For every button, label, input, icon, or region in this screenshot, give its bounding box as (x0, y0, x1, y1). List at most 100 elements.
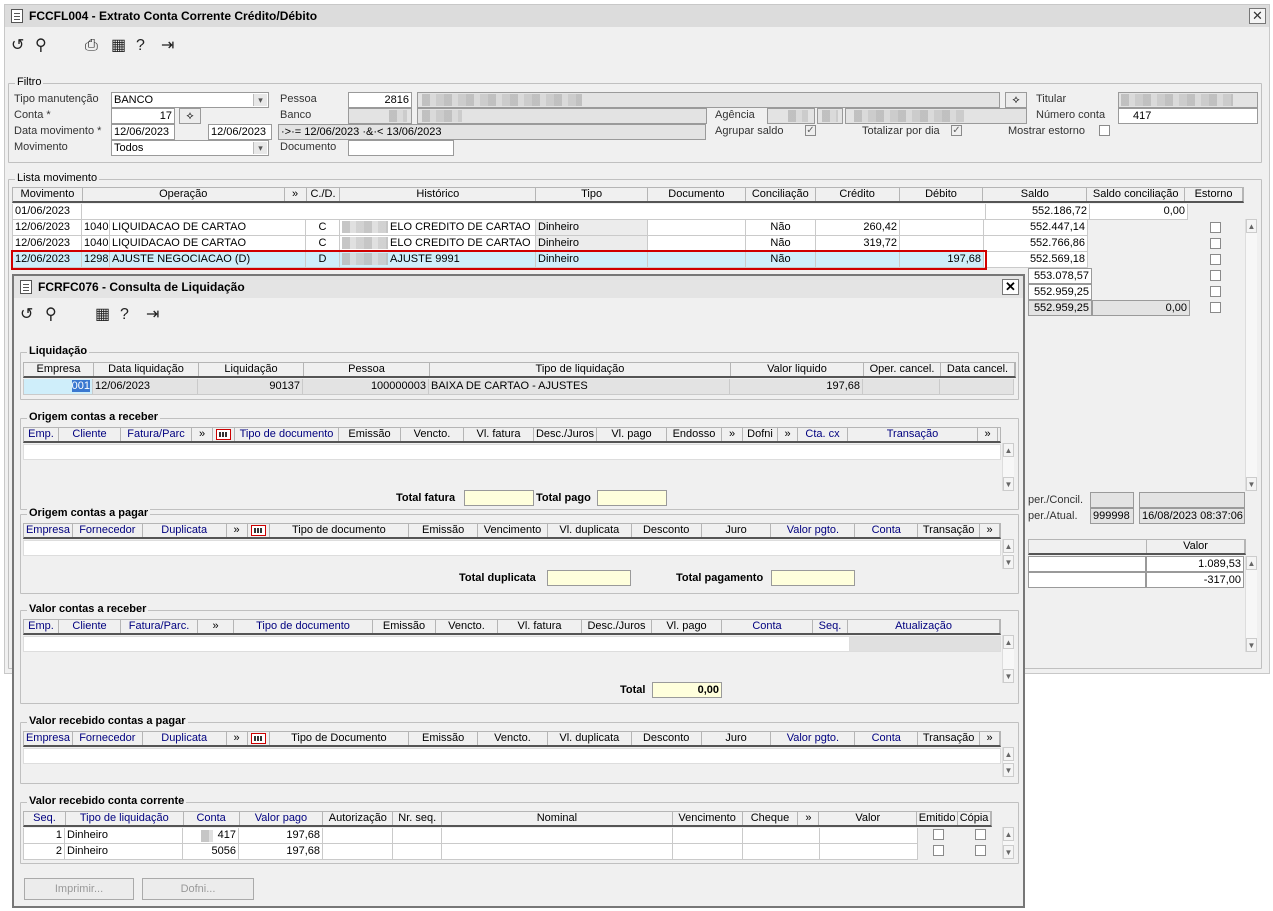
total-pago-label: Total pago (536, 492, 591, 504)
titular-label: Titular (1036, 93, 1067, 105)
saldo-cell: 553.078,57 (1028, 268, 1092, 284)
documento-field[interactable] (348, 140, 454, 156)
estorno-checkbox[interactable] (1210, 302, 1221, 313)
refresh-icon[interactable]: ↺ (20, 306, 33, 324)
valor-cell: 1.089,53 (1146, 556, 1244, 572)
agencia-code-field (767, 108, 815, 124)
data-fim-field[interactable]: 12/06/2023 (208, 124, 272, 140)
emitido-checkbox[interactable] (933, 829, 944, 840)
lista-header: Movimento Operação » C./D. Histórico Tip… (12, 187, 1244, 203)
emitido-checkbox[interactable] (933, 845, 944, 856)
valor-receber-scrollbar[interactable]: ▲ ▼ (1002, 635, 1014, 683)
calendar-icon[interactable]: ▦ (111, 37, 126, 55)
copia-checkbox[interactable] (975, 845, 986, 856)
calendar-icon[interactable] (248, 524, 270, 537)
estorno-checkbox[interactable] (1210, 238, 1221, 249)
agrupar-saldo-checkbox[interactable]: ✓ (805, 125, 816, 136)
origem-pagar-header: Empresa Fornecedor Duplicata » Tipo de d… (23, 523, 1001, 539)
col-expand[interactable]: » (285, 188, 307, 201)
print-icon[interactable]: ⎙ (85, 37, 98, 55)
col-estorno[interactable]: Estorno (1185, 188, 1244, 201)
calendar-icon[interactable]: ▦ (95, 306, 110, 324)
total-fatura-field (464, 490, 534, 506)
help-icon[interactable]: ? (136, 37, 145, 55)
saldo-total-cell: 552.959,25 (1028, 300, 1092, 316)
calendar-icon[interactable] (213, 428, 235, 441)
table-row[interactable]: 01/06/2023 552.186,72 0,00 (12, 204, 1188, 220)
col-cd[interactable]: C./D. (307, 188, 341, 201)
pessoa-field[interactable]: 2816 (348, 92, 412, 108)
col-saldo[interactable]: Saldo (983, 188, 1088, 201)
refresh-icon[interactable]: ↺ (11, 37, 24, 55)
table-row[interactable] (23, 444, 1001, 460)
col-tipo[interactable]: Tipo (536, 188, 648, 201)
scroll-up-icon[interactable]: ▲ (1246, 219, 1257, 233)
agencia-digit-field (817, 108, 843, 124)
scroll-down-icon[interactable]: ▼ (1246, 638, 1257, 652)
search-icon[interactable]: ⚲ (45, 306, 57, 324)
main-title-bar: FCCFL004 - Extrato Conta Corrente Crédit… (5, 5, 1269, 27)
table-row[interactable] (23, 748, 1001, 764)
col-operacao[interactable]: Operação (83, 188, 285, 201)
mostrar-estorno-checkbox[interactable] (1099, 125, 1110, 136)
col-conciliacao[interactable]: Conciliação (746, 188, 816, 201)
exit-icon[interactable]: ⇥ (161, 37, 174, 55)
valor-scrollbar[interactable]: ▲ ▼ (1245, 556, 1257, 652)
total-value: 0,00 (652, 682, 722, 698)
data-inicio-field[interactable]: 12/06/2023 (111, 124, 175, 140)
estorno-checkbox[interactable] (1210, 254, 1221, 265)
col-historico[interactable]: Histórico (340, 188, 537, 201)
tipo-manutencao-select[interactable]: BANCO (111, 92, 269, 108)
valor-receber-legend: Valor contas a receber (27, 603, 149, 615)
totalizar-dia-label: Totalizar por dia (862, 125, 940, 137)
estorno-checkbox[interactable] (1210, 286, 1221, 297)
origem-pagar-scrollbar[interactable]: ▲ ▼ (1002, 539, 1014, 569)
lista-scrollbar[interactable]: ▲ ▼ (1245, 219, 1257, 491)
conta-corrente-scrollbar[interactable]: ▲ ▼ (1002, 827, 1014, 859)
lista-movimento-legend: Lista movimento (15, 172, 100, 184)
imprimir-button[interactable]: Imprimir... (24, 878, 134, 900)
agrupar-saldo-label: Agrupar saldo (715, 125, 784, 137)
origem-receber-scrollbar[interactable]: ▲ ▼ (1002, 443, 1014, 491)
conta-corrente-legend: Valor recebido conta corrente (27, 795, 187, 807)
data-movimento-label: Data movimento * (14, 125, 102, 137)
table-row[interactable] (23, 540, 1001, 556)
movimento-select[interactable]: Todos (111, 140, 269, 156)
conta-field[interactable]: 17 (111, 108, 175, 124)
col-credito[interactable]: Crédito (816, 188, 900, 201)
exit-icon[interactable]: ⇥ (146, 306, 159, 324)
estorno-checkbox[interactable] (1210, 270, 1221, 281)
help-icon[interactable]: ? (120, 306, 129, 324)
valor-pagar-scrollbar[interactable]: ▲ ▼ (1002, 747, 1014, 777)
agencia-name-field (845, 108, 1027, 124)
search-icon[interactable]: ⚲ (35, 37, 47, 55)
oper-concil-label: per./Concil. (1028, 494, 1084, 506)
col-movimento[interactable]: Movimento (13, 188, 83, 201)
col-debito[interactable]: Débito (900, 188, 984, 201)
scroll-down-icon[interactable]: ▼ (1246, 477, 1257, 491)
col-documento[interactable]: Documento (648, 188, 746, 201)
window-icon (11, 9, 23, 23)
table-row[interactable]: 1 Dinheiro 417 197,68 (23, 828, 918, 844)
calendar-icon[interactable] (248, 732, 270, 745)
pessoa-lookup-button[interactable]: ⟡ (1005, 92, 1027, 108)
dialog-title: FCRFC076 - Consulta de Liquidação (38, 280, 245, 294)
table-row[interactable]: 2 Dinheiro 5056 197,68 (23, 844, 918, 860)
dialog-close-button[interactable]: ✕ (1002, 279, 1019, 295)
oper-atual-user: 999998 (1090, 508, 1134, 524)
scroll-up-icon[interactable]: ▲ (1246, 556, 1257, 570)
table-row[interactable]: 12/06/2023 1040 LIQUIDACAO DE CARTAO C E… (12, 220, 1088, 236)
main-close-button[interactable]: ✕ (1249, 8, 1266, 24)
totalizar-dia-checkbox[interactable]: ✓ (951, 125, 962, 136)
liquidacao-row[interactable]: 001 12/06/2023 90137 100000003 BAIXA DE … (23, 379, 1014, 395)
copia-checkbox[interactable] (975, 829, 986, 840)
banco-name-field (417, 108, 707, 124)
oper-concil-user (1090, 492, 1134, 508)
conta-lookup-button[interactable]: ⟡ (179, 108, 201, 124)
selected-row-highlight (11, 250, 987, 270)
col-saldo-conciliacao[interactable]: Saldo conciliação (1087, 188, 1186, 201)
estorno-checkbox[interactable] (1210, 222, 1221, 233)
numero-conta-field[interactable]: 417 (1118, 108, 1258, 124)
dofni-button[interactable]: Dofni... (142, 878, 254, 900)
origem-receber-legend: Origem contas a receber (27, 411, 161, 423)
